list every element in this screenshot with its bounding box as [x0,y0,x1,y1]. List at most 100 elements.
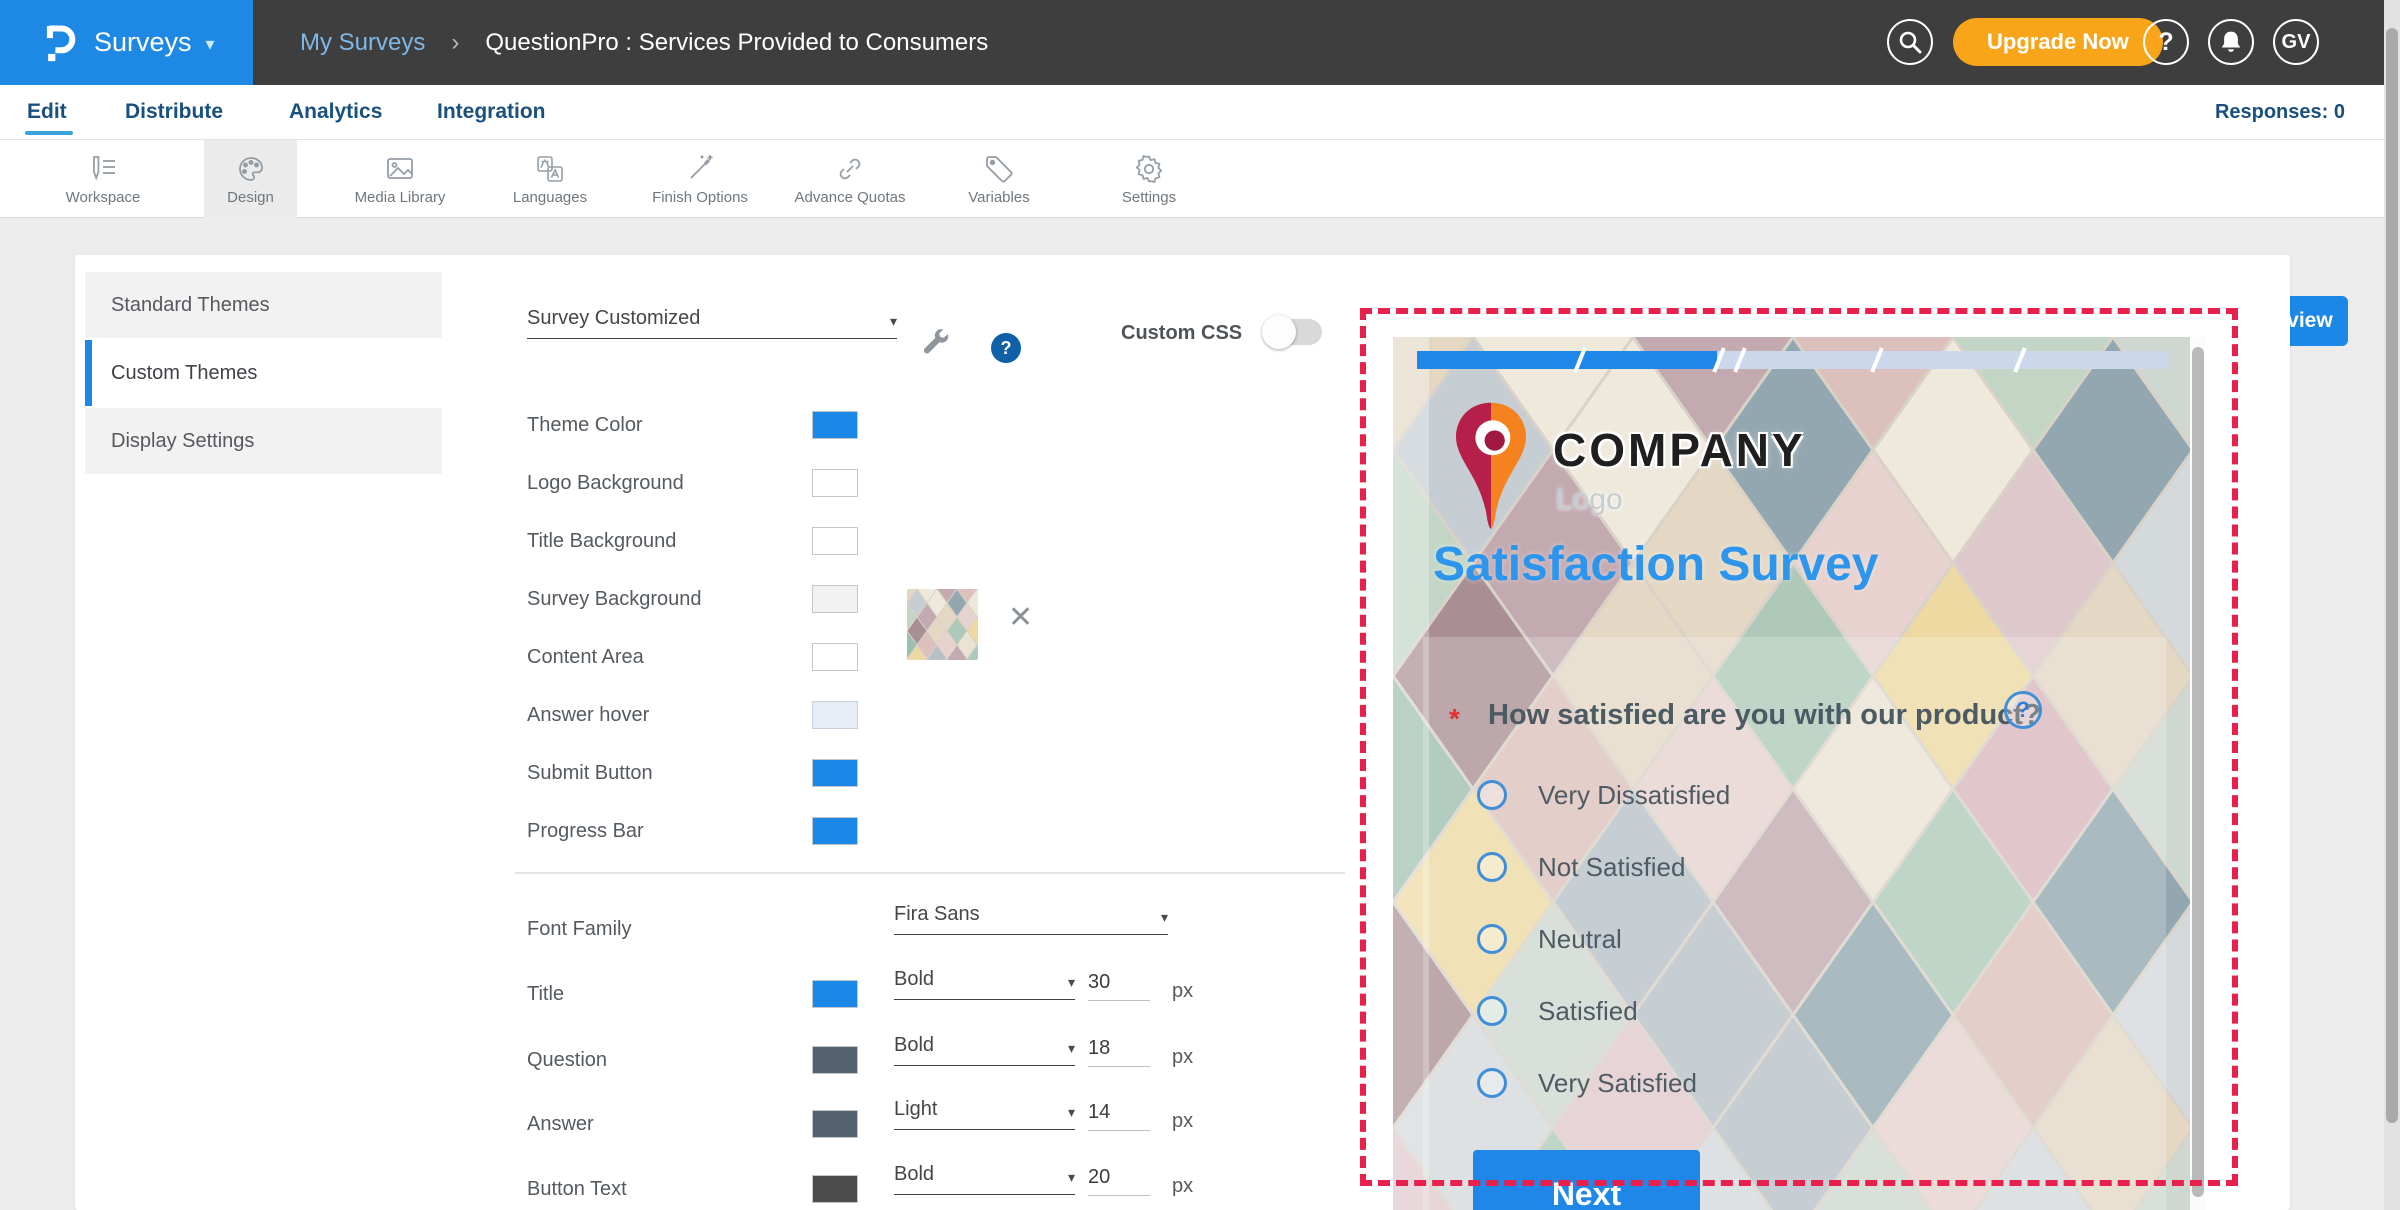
chevron-down-icon: ▾ [1161,909,1168,926]
help-icon: ? [2016,697,2029,723]
submit-button-swatch[interactable] [812,759,858,787]
breadcrumb: My Surveys › QuestionPro : Services Prov… [300,0,988,85]
finish-options-wand-icon [684,153,716,185]
upgrade-now-button[interactable]: Upgrade Now [1953,18,2163,66]
question-size-unit: px [1172,1046,1193,1069]
survey-background-image-thumbnail[interactable] [907,589,978,660]
company-logo-text: COMPANY [1553,423,1806,477]
option-label: Not Satisfied [1538,850,1685,884]
custom-css-label: Custom CSS [1121,319,1242,347]
toolbar-item-advance-quotas[interactable]: Advance Quotas [780,140,920,218]
notifications-button[interactable] [2208,19,2254,65]
avatar-initials: GV [2282,31,2311,54]
search-button[interactable] [1887,19,1933,65]
help-icon: ? [1001,338,1012,359]
toolbar-item-settings[interactable]: Settings [1090,140,1208,218]
option-label: Satisfied [1538,994,1638,1028]
sidebar-item-custom-themes[interactable]: Custom Themes [85,340,442,406]
toolbar-item-variables[interactable]: Variables [940,140,1058,218]
design-toolbar: Workspace Design Media Library Languages… [0,140,2400,218]
answer-size-input[interactable] [1088,1101,1150,1131]
question-help-button[interactable]: ? [2004,691,2042,729]
tab-integration[interactable]: Integration [437,85,546,139]
radio-not-satisfied[interactable] [1477,852,1507,882]
progress-bar-fill [1417,351,1717,369]
theme-color-swatch[interactable] [812,411,858,439]
radio-satisfied[interactable] [1477,996,1507,1026]
option-label: Very Dissatisfied [1538,778,1730,812]
logo-background-swatch[interactable] [812,469,858,497]
survey-title: Satisfaction Survey [1433,537,1879,592]
workspace-icon [87,153,119,185]
toolbar-item-media-library[interactable]: Media Library [330,140,470,218]
title-background-swatch[interactable] [812,527,858,555]
preview-scrollbar-track[interactable] [2190,337,2205,1210]
survey-preview-frame: COMPANY Logo Satisfaction Survey * How s… [1393,337,2205,1210]
tab-distribute[interactable]: Distribute [125,85,223,139]
answer-hover-label: Answer hover [527,701,649,729]
theme-color-label: Theme Color [527,411,643,439]
answer-hover-swatch[interactable] [812,701,858,729]
option-label: Neutral [1538,922,1622,956]
remove-background-image-button[interactable]: ✕ [1008,603,1033,633]
media-library-icon [384,153,416,185]
active-tab-underline [25,131,73,135]
toolbar-item-workspace[interactable]: Workspace [40,140,166,218]
theme-help-button[interactable]: ? [991,333,1021,363]
preview-scrollbar-thumb[interactable] [2192,347,2204,1197]
sidebar-item-display-settings[interactable]: Display Settings [85,408,442,474]
button-text-size-input[interactable] [1088,1166,1150,1196]
theme-tools-button[interactable] [918,325,954,361]
questionpro-logo-icon [38,20,80,66]
title-weight-select[interactable]: Bold▾ [894,968,1075,1000]
toolbar-item-finish-options[interactable]: Finish Options [630,140,770,218]
page-scrollbar-track[interactable] [2384,0,2400,1210]
tile-pattern-thumbnail [907,589,978,660]
design-palette-icon [235,153,267,185]
next-button[interactable]: Next [1473,1150,1700,1210]
page-scrollbar-thumb[interactable] [2386,28,2398,1123]
toolbar-item-design[interactable]: Design [204,140,297,218]
help-button[interactable]: ? [2143,19,2189,65]
title-font-label: Title [527,980,564,1008]
radio-very-satisfied[interactable] [1477,1068,1507,1098]
advance-quotas-link-icon [834,153,866,185]
chevron-down-icon: ▾ [890,313,897,330]
progress-bar-swatch[interactable] [812,817,858,845]
required-marker: * [1449,703,1460,735]
question-size-input[interactable] [1088,1037,1150,1067]
radio-neutral[interactable] [1477,924,1507,954]
tab-analytics[interactable]: Analytics [289,85,382,139]
questionpro-surveys-menu[interactable]: Surveys ▾ [0,0,253,85]
answer-font-label: Answer [527,1110,594,1138]
page-title: QuestionPro : Services Provided to Consu… [485,29,988,57]
bell-icon [2219,29,2243,55]
survey-background-swatch[interactable] [812,585,858,613]
title-size-input[interactable] [1088,971,1150,1001]
question-font-color-swatch[interactable] [812,1046,858,1074]
font-family-label: Font Family [527,915,631,943]
radio-very-dissatisfied[interactable] [1477,780,1507,810]
title-font-color-swatch[interactable] [812,980,858,1008]
variables-tag-icon [983,153,1015,185]
answer-weight-select[interactable]: Light▾ [894,1098,1075,1130]
title-background-label: Title Background [527,527,676,555]
sidebar-item-standard-themes[interactable]: Standard Themes [85,272,442,338]
breadcrumb-my-surveys-link[interactable]: My Surveys [300,29,425,57]
responses-count: Responses: 0 [2215,85,2345,139]
font-family-select[interactable]: Fira Sans▾ [894,903,1168,935]
answer-font-color-swatch[interactable] [812,1110,858,1138]
avatar[interactable]: GV [2273,19,2319,65]
button-text-weight-select[interactable]: Bold▾ [894,1163,1075,1195]
content-area-swatch[interactable] [812,643,858,671]
theme-select[interactable]: Survey Customized▾ [527,307,897,339]
chevron-down-icon: ▾ [206,34,215,55]
toolbar-item-languages[interactable]: Languages [490,140,610,218]
survey-nav-row: Edit Distribute Analytics Integration Re… [0,85,2400,140]
button-text-color-swatch[interactable] [812,1175,858,1203]
question-weight-select[interactable]: Bold▾ [894,1034,1075,1066]
survey-progress-bar [1417,351,2168,369]
custom-css-toggle[interactable] [1266,319,1322,345]
question-font-label: Question [527,1046,607,1074]
section-divider [515,872,1345,874]
